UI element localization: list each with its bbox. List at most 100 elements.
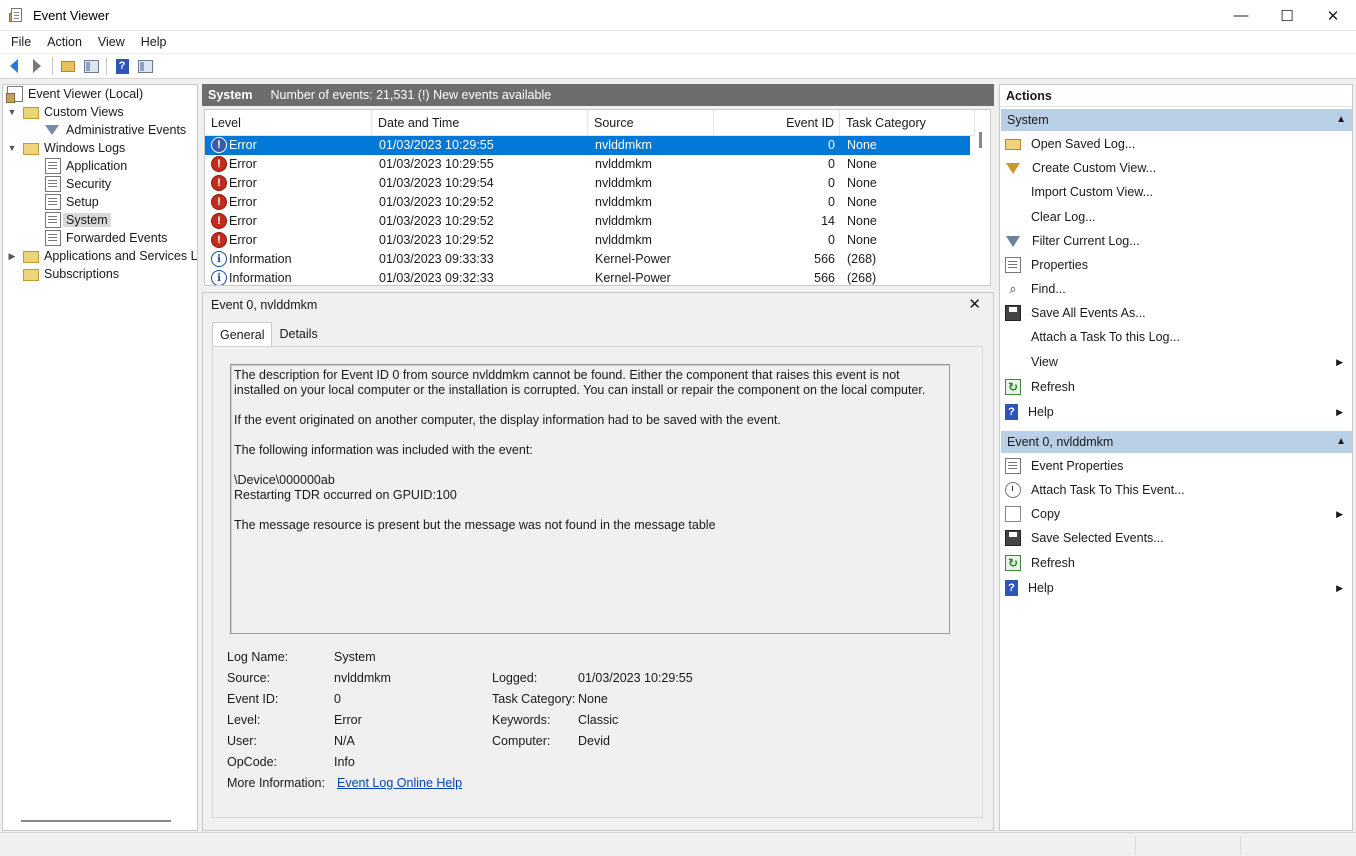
cell-event-id: 0 bbox=[828, 138, 835, 152]
tree-item-applications-and-services-logs[interactable]: ▶ Applications and Services Lo bbox=[7, 247, 197, 265]
tree-horizontal-scrollbar[interactable] bbox=[21, 820, 171, 822]
action-label: Refresh bbox=[1031, 556, 1075, 570]
cell-level: Error bbox=[229, 176, 257, 190]
action-event-help[interactable]: ? Help ▶ bbox=[1000, 576, 1352, 600]
action-label: Open Saved Log... bbox=[1031, 137, 1136, 151]
action-create-custom-view[interactable]: Create Custom View... bbox=[1000, 156, 1352, 180]
logged-value: 01/03/2023 10:29:55 bbox=[578, 671, 693, 685]
actions-section-event-label: Event 0, nvlddmkm bbox=[1007, 435, 1114, 449]
collapse-section-icon[interactable]: ▲ bbox=[1336, 109, 1346, 131]
title-bar: Event Viewer — ☐ ✕ bbox=[0, 0, 1356, 31]
action-import-custom-view[interactable]: Import Custom View... bbox=[1000, 180, 1352, 204]
minimize-button[interactable]: — bbox=[1218, 0, 1264, 31]
information-icon: i bbox=[211, 251, 227, 267]
tree-item-setup[interactable]: Setup bbox=[45, 193, 99, 211]
tree-item-administrative-events[interactable]: Administrative Events bbox=[45, 121, 186, 139]
table-row[interactable]: ! Error 01/03/2023 10:29:52 nvlddmkm 14 None bbox=[205, 212, 970, 231]
collapsed-chevron-icon[interactable]: ▶ bbox=[7, 251, 17, 262]
action-event-refresh[interactable]: ↻ Refresh bbox=[1000, 551, 1352, 575]
log-name-label: Log Name: bbox=[227, 650, 289, 664]
action-properties[interactable]: Properties bbox=[1000, 253, 1352, 277]
cell-level: Error bbox=[229, 214, 257, 228]
subscriptions-icon bbox=[23, 269, 39, 281]
action-filter-current-log[interactable]: Filter Current Log... bbox=[1000, 229, 1352, 253]
action-attach-task-to-event[interactable]: Attach Task To This Event... bbox=[1000, 478, 1352, 502]
event-log-online-help-link[interactable]: Event Log Online Help bbox=[337, 776, 462, 790]
description-paragraph: The following information was included w… bbox=[234, 443, 533, 457]
table-row[interactable]: ! Error 01/03/2023 10:29:55 nvlddmkm 0 None bbox=[205, 155, 970, 174]
tab-details[interactable]: Details bbox=[272, 322, 324, 346]
tree-item-application[interactable]: Application bbox=[45, 157, 127, 175]
back-button[interactable] bbox=[4, 56, 24, 76]
table-row[interactable]: ! Error 01/03/2023 10:29:52 nvlddmkm 0 None bbox=[205, 193, 970, 212]
opcode-value: Info bbox=[334, 755, 355, 769]
table-row[interactable]: ! Error 01/03/2023 10:29:52 nvlddmkm 0 None bbox=[205, 231, 970, 250]
action-label: Help bbox=[1028, 581, 1054, 595]
events-table-header: Level Date and Time Source Event ID Task… bbox=[205, 110, 975, 136]
column-header-task-category[interactable]: Task Category bbox=[840, 110, 975, 136]
cell-source: nvlddmkm bbox=[595, 214, 652, 228]
tree-item-custom-views[interactable]: ▼ Custom Views bbox=[7, 103, 124, 121]
menu-action[interactable]: Action bbox=[39, 31, 90, 53]
show-hide-action-pane-button[interactable] bbox=[135, 56, 155, 76]
help-button[interactable]: ? bbox=[112, 56, 132, 76]
action-attach-task-to-log[interactable]: Attach a Task To this Log... bbox=[1000, 325, 1352, 349]
expanded-chevron-icon[interactable]: ▼ bbox=[7, 143, 17, 153]
action-find[interactable]: ⌕ Find... bbox=[1000, 277, 1352, 301]
tree-item-subscriptions[interactable]: Subscriptions bbox=[23, 265, 119, 283]
event-description[interactable]: The description for Event ID 0 from sour… bbox=[230, 364, 950, 634]
description-paragraph: If the event originated on another compu… bbox=[234, 413, 781, 427]
action-label: Event Properties bbox=[1031, 459, 1124, 473]
menu-file[interactable]: File bbox=[3, 31, 39, 53]
action-view[interactable]: View ▶ bbox=[1000, 350, 1352, 374]
action-save-selected-events[interactable]: Save Selected Events... bbox=[1000, 526, 1352, 550]
menu-help[interactable]: Help bbox=[133, 31, 175, 53]
column-header-source[interactable]: Source bbox=[588, 110, 714, 136]
column-header-level[interactable]: Level bbox=[205, 110, 372, 136]
show-hide-console-tree-button[interactable] bbox=[81, 56, 101, 76]
cell-task-category: None bbox=[847, 195, 877, 209]
action-label: Find... bbox=[1031, 282, 1066, 296]
actions-section-event[interactable]: Event 0, nvlddmkm ▲ bbox=[1001, 431, 1352, 453]
blank-icon bbox=[1005, 184, 1021, 200]
expanded-chevron-icon[interactable]: ▼ bbox=[7, 107, 17, 117]
forward-button[interactable] bbox=[27, 56, 47, 76]
table-row[interactable]: ! Error 01/03/2023 10:29:54 nvlddmkm 0 None bbox=[205, 174, 970, 193]
tree-item-forwarded-events[interactable]: Forwarded Events bbox=[45, 229, 167, 247]
event-viewer-app-icon bbox=[9, 7, 25, 23]
status-bar-divider bbox=[1240, 836, 1241, 854]
action-copy[interactable]: Copy ▶ bbox=[1000, 502, 1352, 526]
table-row[interactable]: i Information 01/03/2023 09:32:33 Kernel-Po… bbox=[205, 269, 970, 285]
folder-up-icon bbox=[61, 60, 75, 72]
error-icon: ! bbox=[211, 232, 227, 248]
filter-icon bbox=[45, 125, 59, 135]
table-row[interactable]: ! Error 01/03/2023 10:29:55 nvlddmkm 0 None bbox=[205, 136, 970, 155]
action-help[interactable]: ? Help ▶ bbox=[1000, 400, 1352, 424]
cell-task-category: None bbox=[847, 214, 877, 228]
menu-view[interactable]: View bbox=[90, 31, 133, 53]
cell-event-id: 0 bbox=[828, 233, 835, 247]
close-button[interactable]: ✕ bbox=[1310, 0, 1356, 31]
column-header-date-time[interactable]: Date and Time bbox=[372, 110, 588, 136]
action-refresh[interactable]: ↻ Refresh bbox=[1000, 375, 1352, 399]
up-folder-button[interactable] bbox=[58, 56, 78, 76]
action-event-properties[interactable]: Event Properties bbox=[1000, 454, 1352, 478]
tree-item-security[interactable]: Security bbox=[45, 175, 111, 193]
log-header: System Number of events: 21,531 (!) New … bbox=[202, 84, 994, 106]
tab-general[interactable]: General bbox=[212, 322, 273, 347]
log-icon bbox=[45, 194, 61, 210]
tree-item-event-viewer-local[interactable]: Event Viewer (Local) bbox=[6, 85, 143, 103]
column-header-event-id[interactable]: Event ID bbox=[714, 110, 840, 136]
table-row[interactable]: i Information 01/03/2023 09:33:33 Kernel-Po… bbox=[205, 250, 970, 269]
tree-item-system[interactable]: System bbox=[45, 211, 111, 229]
action-open-saved-log[interactable]: Open Saved Log... bbox=[1000, 132, 1352, 156]
maximize-button[interactable]: ☐ bbox=[1264, 0, 1310, 31]
tree-item-windows-logs[interactable]: ▼ Windows Logs bbox=[7, 139, 125, 157]
close-detail-icon[interactable]: ✕ bbox=[968, 295, 981, 313]
action-save-all-events-as[interactable]: Save All Events As... bbox=[1000, 301, 1352, 325]
action-label: Properties bbox=[1031, 258, 1088, 272]
collapse-section-icon[interactable]: ▲ bbox=[1336, 431, 1346, 453]
action-clear-log[interactable]: Clear Log... bbox=[1000, 205, 1352, 229]
events-table-scrollbar[interactable] bbox=[979, 132, 982, 148]
actions-section-system[interactable]: System ▲ bbox=[1001, 109, 1352, 131]
